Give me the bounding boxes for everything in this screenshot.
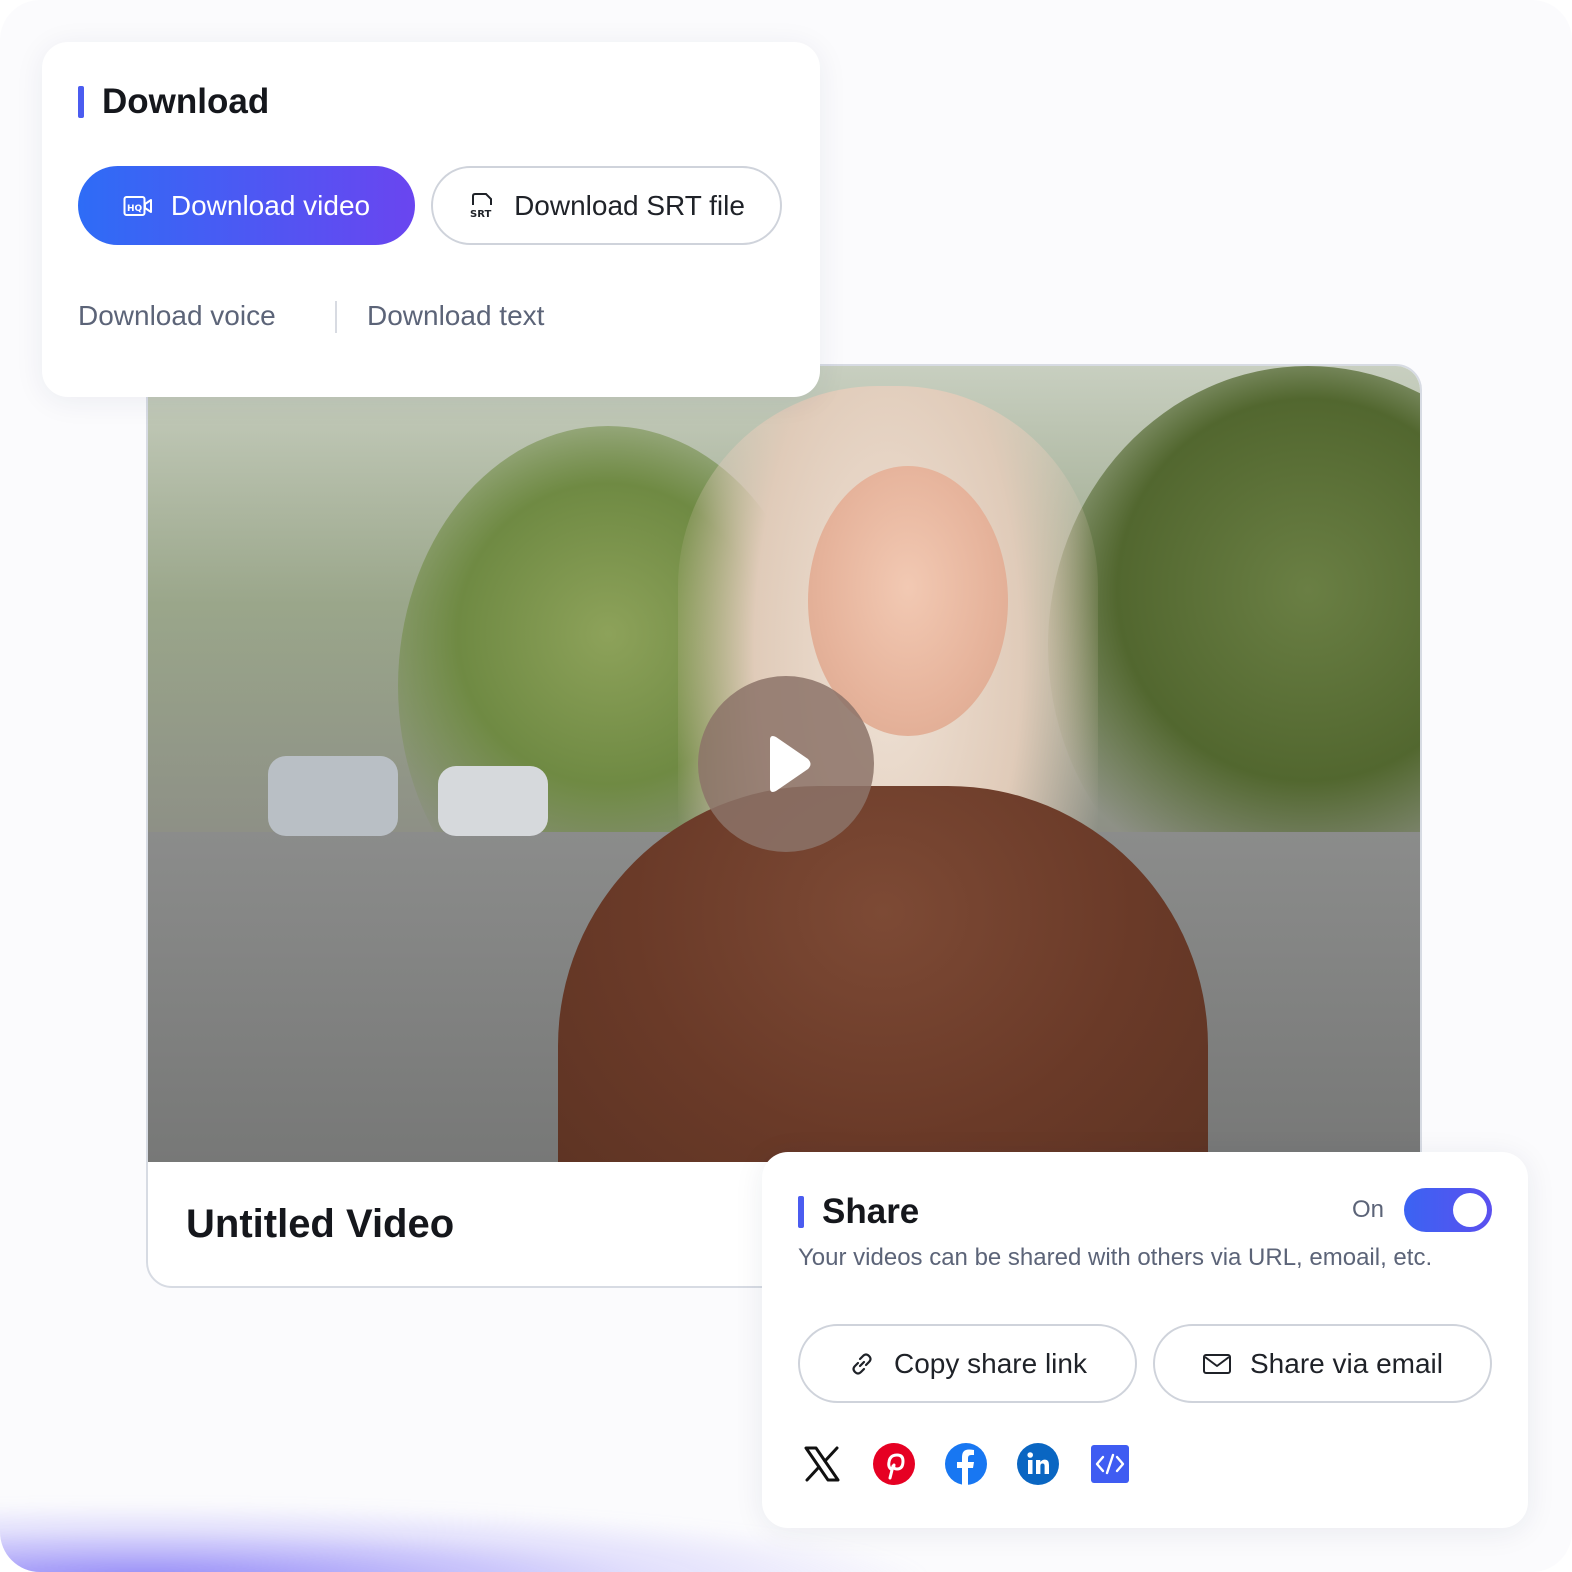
linkedin-icon[interactable] [1016, 1442, 1060, 1486]
share-panel: Share On Your videos can be shared with … [762, 1152, 1528, 1528]
copy-share-link-button[interactable]: Copy share link [798, 1324, 1137, 1403]
srt-file-icon: SRT [470, 192, 493, 220]
video-title: Untitled Video [186, 1202, 455, 1246]
link-icon [852, 1352, 872, 1375]
download-voice-link[interactable]: Download voice [78, 300, 276, 332]
share-header: Share [798, 1192, 919, 1232]
video-frame-person-body [558, 786, 1208, 1162]
share-toggle-label: On [1352, 1196, 1385, 1223]
video-frame-car [438, 766, 548, 836]
share-toggle[interactable] [1404, 1188, 1492, 1232]
copy-share-link-label: Copy share link [894, 1347, 1087, 1379]
toggle-knob [1453, 1193, 1487, 1227]
svg-text:SRT: SRT [470, 209, 491, 220]
download-title: Download [102, 82, 270, 121]
embed-code-icon[interactable] [1088, 1442, 1132, 1486]
mail-icon [1203, 1353, 1231, 1374]
svg-text:HQ: HQ [127, 204, 143, 214]
share-title: Share [822, 1192, 920, 1231]
pinterest-icon[interactable] [872, 1442, 916, 1486]
facebook-icon[interactable] [944, 1442, 988, 1486]
download-panel: Download HQ Download video SRT Download … [42, 42, 820, 397]
download-video-button[interactable]: HQ Download video [78, 166, 415, 245]
share-via-email-label: Share via email [1250, 1347, 1443, 1379]
canvas: Untitled Video Download HQ Download vide… [0, 0, 1572, 1572]
play-button[interactable] [698, 676, 874, 852]
video-frame-car [268, 756, 398, 836]
download-video-label: Download video [170, 189, 371, 221]
x-icon[interactable] [800, 1442, 844, 1486]
share-description: Your videos can be shared with others vi… [798, 1244, 1433, 1271]
video-card: Untitled Video [146, 364, 1422, 1288]
download-srt-label: Download SRT file [514, 189, 745, 221]
download-header: Download [78, 82, 269, 122]
download-text-link[interactable]: Download text [367, 300, 544, 332]
divider [335, 301, 337, 333]
accent-bar [78, 86, 84, 118]
hq-video-icon: HQ [123, 195, 152, 216]
play-icon [770, 736, 811, 792]
share-via-email-button[interactable]: Share via email [1153, 1324, 1492, 1403]
video-player[interactable] [148, 366, 1420, 1162]
accent-bar [798, 1196, 804, 1228]
download-srt-button[interactable]: SRT Download SRT file [431, 166, 782, 245]
